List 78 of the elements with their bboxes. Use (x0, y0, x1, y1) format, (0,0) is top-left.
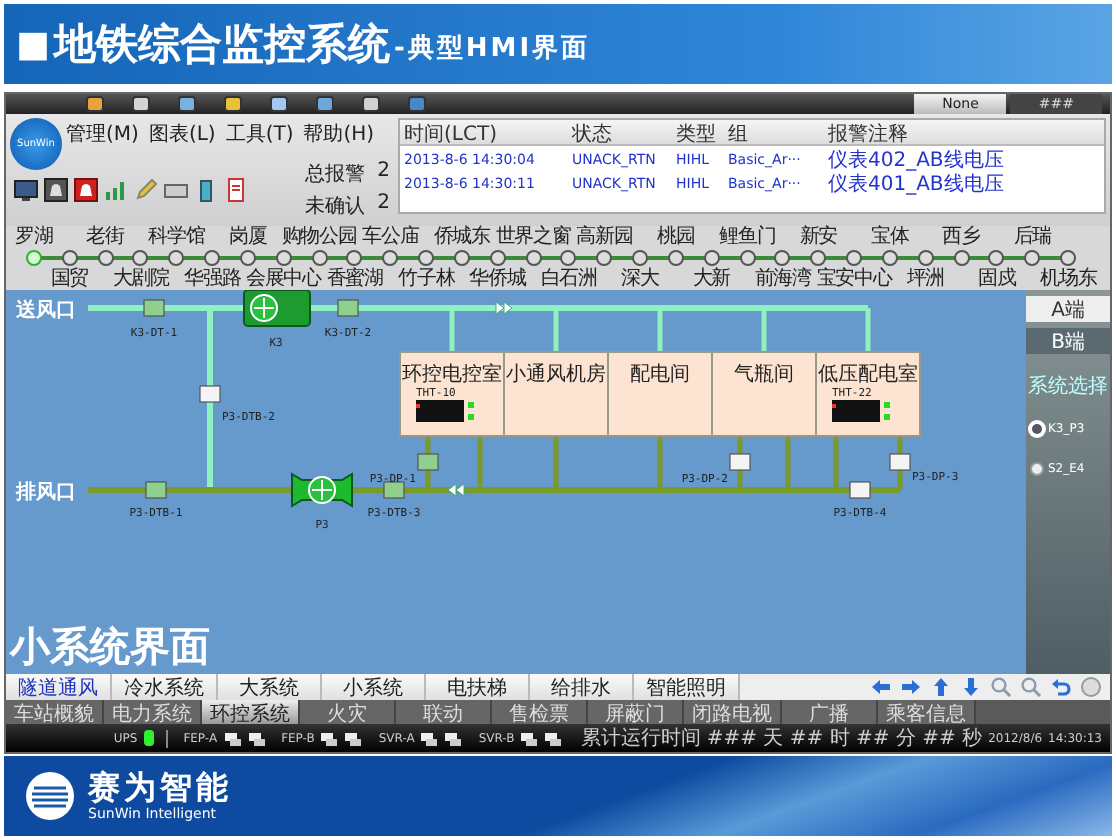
station-name[interactable]: 后瑞 (1013, 226, 1052, 248)
station-name[interactable]: 购物公园 (281, 226, 357, 248)
station-name[interactable]: 大剧院 (112, 268, 170, 290)
station-name[interactable]: 车公庙 (362, 226, 419, 248)
column-header[interactable]: 时间(LCT) (400, 120, 568, 148)
menu-item[interactable]: 工具(T) (225, 120, 294, 148)
station-name[interactable]: 深大 (621, 268, 659, 290)
system-tab[interactable]: 小系统 (322, 674, 426, 700)
supply-port-label: 送风口 (16, 300, 76, 322)
station-name[interactable]: 宝安中心 (816, 268, 892, 290)
navigation-tab[interactable]: 车站概貌 (6, 700, 104, 724)
alarm-count-value: 2 (377, 160, 390, 186)
station-name[interactable]: 老街 (86, 226, 124, 248)
station-name[interactable]: 前海湾 (754, 268, 812, 290)
system-tab[interactable]: 隧道通风 (6, 674, 112, 700)
column-header[interactable]: 组 (724, 120, 824, 148)
navigation-tab[interactable]: 闭路电视 (684, 700, 782, 724)
station-name[interactable]: 科学馆 (148, 226, 205, 248)
title-bullet: ■ (16, 23, 51, 65)
station-name[interactable]: 大新 (692, 268, 731, 290)
panel-heading: 系统选择 (1026, 373, 1110, 400)
station-name[interactable]: 世界之窗 (495, 226, 571, 248)
exhaust-port-label: 排风口 (16, 482, 76, 504)
navigation-tab[interactable]: 屏蔽门 (588, 700, 684, 724)
station-name[interactable]: 新安 (799, 226, 838, 248)
room-name: 小通风机房 (506, 364, 606, 386)
column-header[interactable]: 报警注释 (824, 120, 1104, 148)
station-name[interactable]: 机场东 (1039, 268, 1097, 290)
section-caption: 小系统界面 (7, 620, 210, 674)
station-name[interactable]: 香蜜湖 (326, 268, 384, 290)
slide-title: 地铁综合监控系统 (54, 18, 391, 72)
station-name[interactable]: 西乡 (942, 226, 980, 248)
end-toggle-button[interactable]: B端 (1026, 328, 1110, 354)
station-name[interactable]: 白石洲 (540, 268, 598, 290)
station-name[interactable]: 国贸 (50, 268, 89, 290)
station-name[interactable]: 宝体 (871, 226, 909, 248)
column-header[interactable]: 状态 (568, 120, 672, 148)
station-name[interactable]: 罗湖 (15, 226, 53, 248)
room-name: 气瓶间 (734, 364, 794, 386)
column-header[interactable]: 类型 (672, 120, 724, 148)
alarm-count-value: 2 (377, 192, 390, 218)
station-name[interactable]: 高新园 (576, 226, 633, 248)
room-name: 低压配电室 (818, 364, 918, 386)
navigation-tab[interactable]: 环控系统 (202, 700, 300, 724)
menu-item[interactable]: 图表(L) (148, 120, 216, 148)
station-name[interactable]: 华侨城 (469, 268, 526, 290)
station-name[interactable]: 岗厦 (229, 226, 267, 248)
station-name[interactable]: 坪洲 (906, 268, 945, 290)
table-cell-text: 仪表401_AB线电压 (826, 171, 1006, 198)
room-name: 配电间 (630, 364, 690, 386)
system-tab[interactable]: 智能照明 (634, 674, 740, 700)
room-name: 环控电控室 (402, 364, 502, 386)
system-tab[interactable]: 冷水系统 (112, 674, 218, 700)
station-name[interactable]: 华强路 (183, 268, 241, 290)
menu-item[interactable]: 帮助(H) (303, 120, 375, 148)
alarm-count-label: 总报警 (305, 161, 366, 188)
system-tab[interactable]: 大系统 (218, 674, 322, 700)
system-tab[interactable]: 给排水 (530, 674, 634, 700)
brand-name: 赛为智能 (88, 770, 232, 806)
table-cell-text: 仪表402_AB线电压 (826, 147, 1006, 173)
runtime-counter: 累计运行时间 ### 天 ## 时 ## 分 ## 秒 (580, 725, 983, 752)
navigation-tab[interactable]: 电力系统 (104, 700, 202, 724)
navigation-tab[interactable]: 广播 (782, 700, 878, 724)
station-name[interactable]: 鲤鱼门 (718, 226, 776, 248)
slide-subtitle: -典型HMI界面 (394, 32, 591, 66)
end-toggle-button[interactable]: A端 (1026, 296, 1110, 322)
navigation-tab[interactable]: 乘客信息 (878, 700, 976, 724)
navigation-tab[interactable]: 售检票 (492, 700, 588, 724)
station-name[interactable]: 固戍 (978, 268, 1016, 290)
navigation-tab[interactable]: 火灾 (300, 700, 396, 724)
alarm-count-label: 未确认 (305, 193, 366, 220)
system-tab[interactable]: 电扶梯 (426, 674, 530, 700)
station-name[interactable]: 侨城东 (433, 226, 491, 248)
navigation-tab[interactable]: 联动 (396, 700, 492, 724)
station-name[interactable]: 会展中心 (245, 268, 322, 290)
station-name[interactable]: 桃园 (657, 226, 695, 248)
menu-item[interactable]: 管理(M) (66, 120, 139, 148)
station-name[interactable]: 竹子林 (397, 268, 455, 290)
